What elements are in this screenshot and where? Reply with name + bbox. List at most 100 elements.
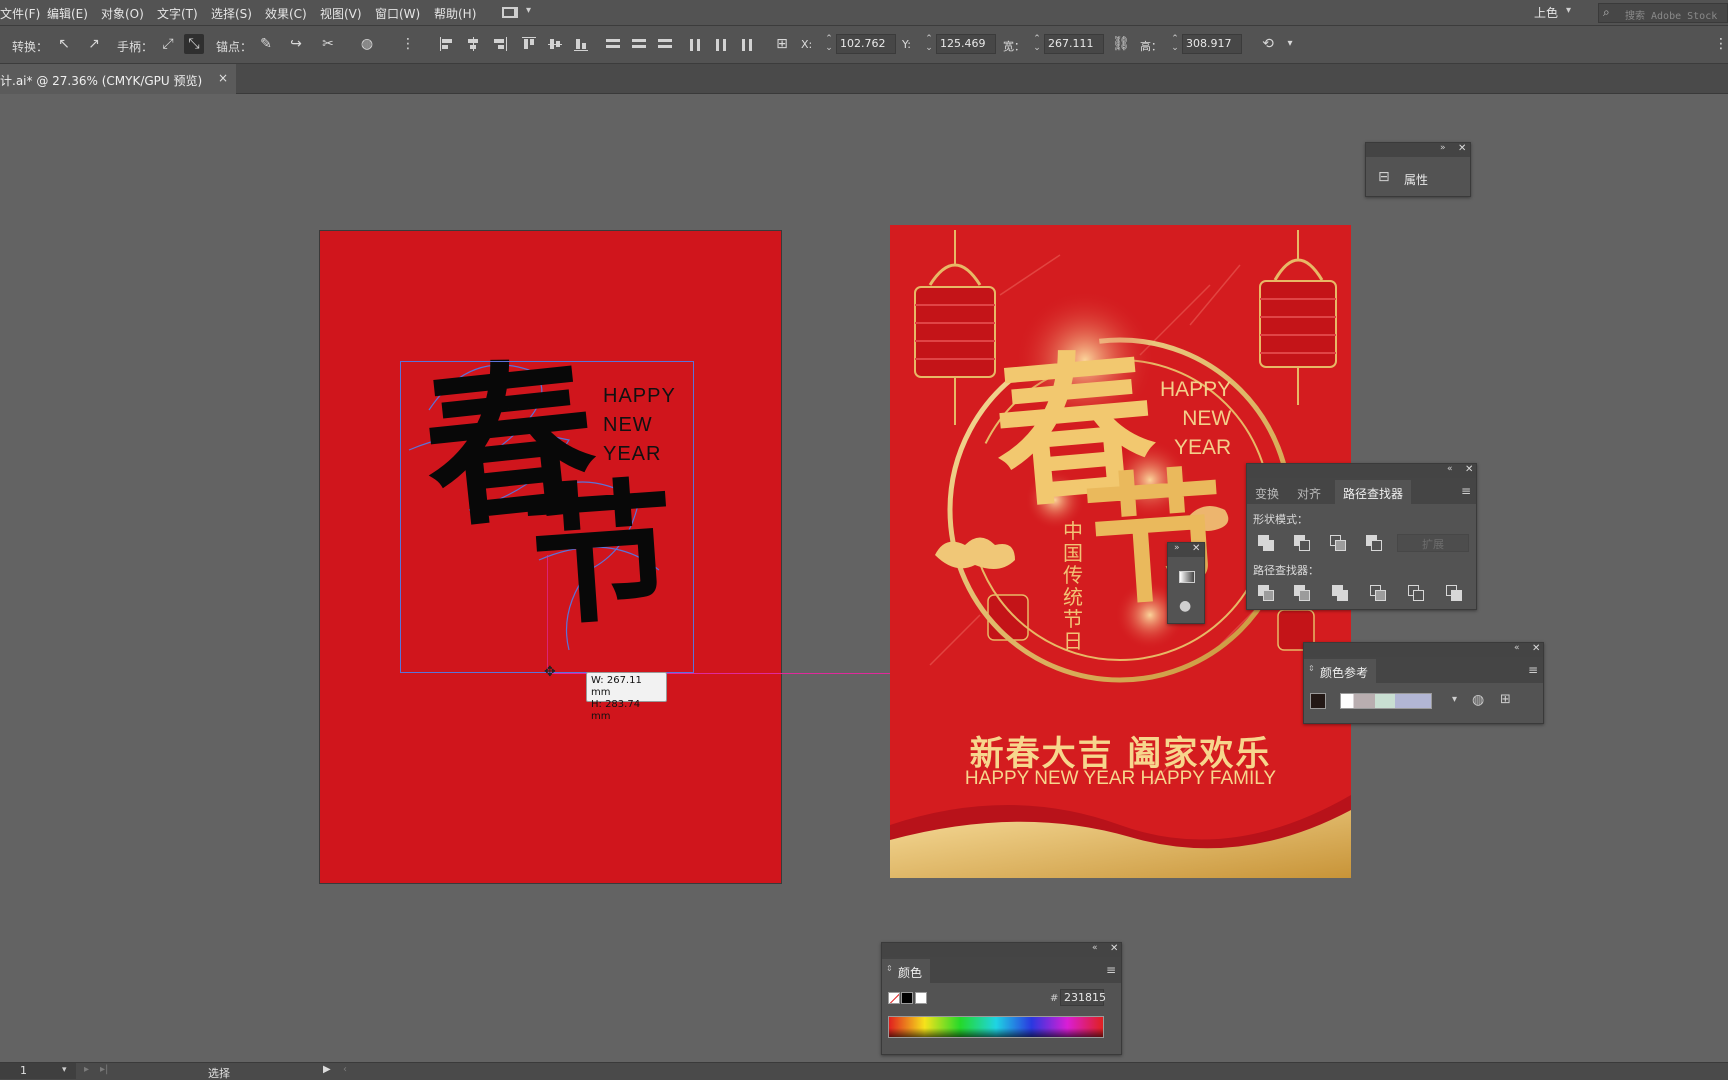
collapse-icon[interactable]: » [1440,143,1446,153]
panel-menu-icon[interactable]: ≡ [1461,484,1471,498]
happy-new-year-text[interactable]: HAPPY NEW YEAR [603,382,676,469]
align-top-icon[interactable] [522,37,538,51]
chevron-down-icon[interactable]: ▾ [1566,5,1571,16]
y-spinner-icon[interactable]: ⌃ ⌄ [924,35,934,53]
chevron-down-icon[interactable]: ▾ [1280,34,1300,54]
last-artboard-icon[interactable]: ▸| [100,1064,108,1075]
collapse-icon[interactable]: « [1514,643,1520,653]
distribute-center-h-icon[interactable] [714,37,730,51]
close-icon[interactable]: × [218,71,228,85]
panel-menu-icon[interactable]: ≡ [1106,963,1116,977]
color-spectrum-slider[interactable] [888,1016,1104,1038]
align-left-icon[interactable] [440,37,456,51]
width-field[interactable]: 267.111 [1044,34,1104,54]
intersect-icon[interactable] [1329,534,1347,552]
gradient-icon[interactable] [1179,571,1195,583]
unite-icon[interactable] [1257,534,1275,552]
stock-search-input[interactable]: ⌕ 搜索 Adobe Stock [1598,3,1728,23]
minus-back-icon[interactable] [1445,584,1463,602]
hide-handles-icon[interactable]: ⤡ [184,34,204,54]
align-middle-v-icon[interactable] [548,37,564,51]
distribute-right-icon[interactable] [740,37,756,51]
poster-slogan-english[interactable]: HAPPY NEW YEAR HAPPY FAMILY [890,768,1351,790]
distribute-left-icon[interactable] [688,37,704,51]
expand-button[interactable]: 扩展 [1397,534,1469,552]
distribute-bottom-icon[interactable] [656,37,672,51]
reference-point-icon[interactable]: ⊞ [772,34,792,54]
close-icon[interactable]: ✕ [1465,464,1473,475]
close-icon[interactable]: ✕ [1532,643,1540,654]
y-field[interactable]: 125.469 [936,34,996,54]
align-right-icon[interactable] [492,37,508,51]
panel-menu-icon[interactable]: ≡ [1528,663,1538,677]
chevron-down-icon[interactable]: ▾ [62,1065,67,1075]
close-icon[interactable]: ✕ [1458,143,1466,154]
appearance-icon[interactable]: ● [1179,598,1191,614]
exclude-icon[interactable] [1365,534,1383,552]
properties-icon[interactable]: ⊟ [1378,169,1390,185]
save-swatches-icon[interactable]: ⊞ [1500,692,1511,707]
play-icon[interactable]: ▶ [323,1064,331,1075]
collapse-icon[interactable]: » [1174,543,1180,553]
menu-select[interactable]: 选择(S) [211,5,252,22]
document-tab[interactable]: 计.ai* @ 27.36% (CMYK/GPU 预览) × [0,64,236,94]
menu-view[interactable]: 视图(V) [320,5,362,22]
harmony-swatches[interactable] [1340,693,1432,709]
minus-front-icon[interactable] [1293,534,1311,552]
divide-icon[interactable] [1257,584,1275,602]
tab-pathfinder[interactable]: 路径查找器 [1335,480,1412,504]
menu-window[interactable]: 窗口(W) [375,5,420,22]
hex-input[interactable]: 231815 [1060,989,1106,1006]
convert-corner-icon[interactable]: ↖ [54,34,74,54]
convert-smooth-icon[interactable]: ↗ [84,34,104,54]
distribute-top-icon[interactable] [604,37,620,51]
collapse-icon[interactable]: « [1447,464,1453,474]
tab-transform[interactable]: 变换 [1247,480,1287,504]
collapse-icon[interactable]: « [1092,943,1098,953]
panel-options-icon[interactable]: ⋮ [1714,34,1728,54]
align-bottom-icon[interactable] [574,37,590,51]
properties-label[interactable]: 属性 [1404,171,1428,188]
white-swatch[interactable] [915,992,927,1004]
edit-colors-icon[interactable]: ◍ [1472,692,1484,708]
height-field[interactable]: 308.917 [1182,34,1242,54]
menu-effect[interactable]: 效果(C) [265,5,307,22]
outline-icon[interactable] [1407,584,1425,602]
poster-subtitle[interactable]: 中国传统节日 [1063,520,1089,652]
arrange-documents-button[interactable]: ▾ [500,3,540,23]
none-swatch[interactable] [888,992,900,1004]
chevron-down-icon[interactable]: ▾ [1452,694,1457,705]
crop-icon[interactable] [1369,584,1387,602]
cut-path-icon[interactable]: ✂ [318,34,338,54]
scroll-left-icon[interactable]: ‹ [343,1064,347,1075]
tab-align[interactable]: 对齐 [1289,480,1329,504]
menu-file[interactable]: 文件(F) [0,5,40,22]
x-field[interactable]: 102.762 [836,34,896,54]
width-spinner-icon[interactable]: ⌃ ⌄ [1032,35,1042,53]
close-icon[interactable]: ✕ [1192,543,1200,554]
poster-happy-new-year[interactable]: HAPPY NEW YEAR [1160,375,1231,462]
align-center-h-icon[interactable] [466,37,482,51]
menu-type[interactable]: 文字(T) [157,5,198,22]
x-spinner-icon[interactable]: ⌃ ⌄ [824,35,834,53]
tab-color-guide[interactable]: 颜色参考 [1304,659,1377,683]
distribute-center-v-icon[interactable] [630,37,646,51]
menu-help[interactable]: 帮助(H) [434,5,476,22]
constrain-proportions-icon[interactable]: ⛓ [1111,34,1131,54]
merge-icon[interactable] [1331,584,1349,602]
isolate-icon[interactable]: ⋮ [398,34,418,54]
workspace-switcher[interactable]: 上色 [1534,4,1558,21]
next-artboard-icon[interactable]: ▸ [84,1064,89,1075]
base-color-swatch[interactable] [1310,693,1326,709]
remove-anchor-icon[interactable]: ✎ [256,34,276,54]
menu-edit[interactable]: 编辑(E) [47,5,88,22]
height-spinner-icon[interactable]: ⌃ ⌄ [1170,35,1180,53]
recolor-icon[interactable]: ◍ [357,34,377,54]
menu-object[interactable]: 对象(O) [101,5,144,22]
transform-icon[interactable]: ⟲ [1258,34,1278,54]
close-icon[interactable]: ✕ [1110,943,1118,954]
show-handles-icon[interactable]: ⤢ [158,34,178,54]
connect-anchor-icon[interactable]: ↪ [286,34,306,54]
trim-icon[interactable] [1293,584,1311,602]
poster-calligraphy-jie[interactable]: 节 [1079,453,1230,626]
